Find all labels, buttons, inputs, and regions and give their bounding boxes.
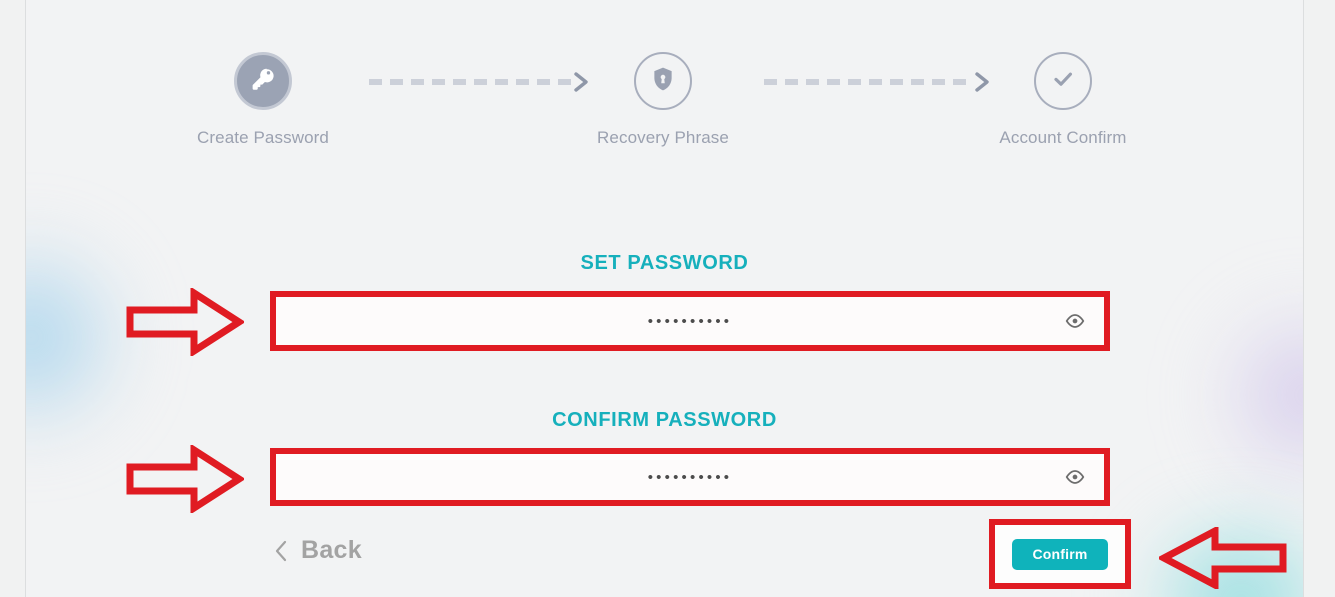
confirm-password-input[interactable]: •••••••••• [276, 454, 1104, 500]
confirm-password-annotation-box: •••••••••• [270, 448, 1110, 506]
step-3-circle [1034, 52, 1092, 110]
wallet-setup-panel: Create Password Recovery Phrase Account … [26, 0, 1303, 597]
set-password-label: SET PASSWORD [580, 252, 749, 274]
chevron-left-icon [274, 540, 288, 562]
step-connector-1 [369, 72, 591, 92]
step-1-label: Create Password [197, 128, 329, 147]
annotation-arrow-left-confirm-button [1156, 525, 1287, 591]
back-button-label: Back [301, 536, 362, 564]
connector-1-dashes [369, 79, 573, 85]
connector-2-dashes [764, 79, 974, 85]
setup-stepper: Create Password Recovery Phrase Account … [26, 52, 1303, 167]
eye-icon[interactable] [1064, 310, 1086, 332]
step-create-password[interactable]: Create Password [163, 52, 363, 148]
confirm-button[interactable]: Confirm [1012, 538, 1108, 570]
step-2-circle [634, 52, 692, 110]
annotation-arrow-right-confirm-password [126, 443, 246, 515]
step-recovery-phrase[interactable]: Recovery Phrase [563, 52, 763, 148]
back-button[interactable]: Back [274, 536, 362, 565]
page-right-gutter [1303, 0, 1335, 597]
page-left-gutter [0, 0, 26, 597]
check-icon [1048, 64, 1078, 99]
set-password-annotation-box: •••••••••• [270, 291, 1110, 351]
background-blob-purple [1211, 300, 1303, 490]
set-password-input[interactable]: •••••••••• [276, 297, 1104, 345]
step-2-label: Recovery Phrase [597, 128, 729, 147]
step-3-label: Account Confirm [999, 128, 1127, 147]
confirm-button-annotation-box: Confirm [989, 519, 1131, 589]
shield-lock-icon [649, 65, 677, 98]
confirm-password-label: CONFIRM PASSWORD [552, 409, 777, 431]
set-password-value: •••••••••• [647, 312, 733, 330]
annotation-arrow-right-set-password [126, 286, 246, 358]
background-blob-teal [1126, 520, 1303, 597]
step-connector-2 [764, 72, 992, 92]
key-icon [249, 65, 277, 98]
step-1-circle [234, 52, 292, 110]
eye-icon[interactable] [1064, 466, 1086, 488]
app-screenshot: Create Password Recovery Phrase Account … [0, 0, 1335, 597]
step-account-confirm[interactable]: Account Confirm [963, 52, 1163, 148]
confirm-password-value: •••••••••• [647, 468, 733, 486]
